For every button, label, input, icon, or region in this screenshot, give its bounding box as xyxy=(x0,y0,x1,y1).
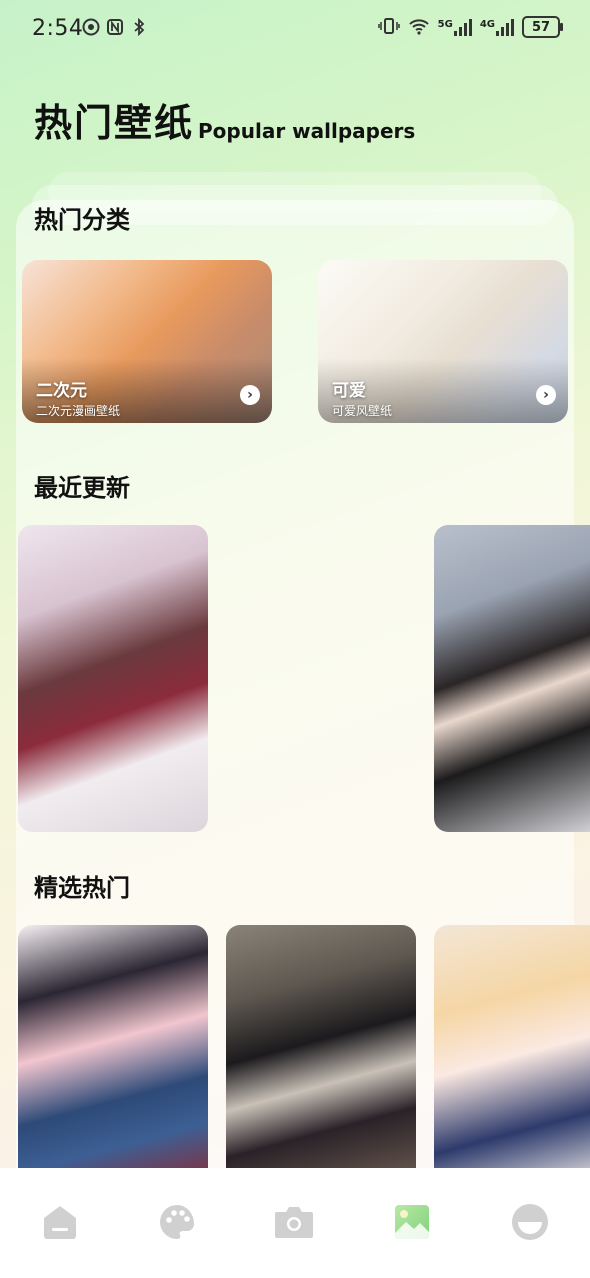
bottom-tab-bar xyxy=(0,1168,590,1278)
tab-camera[interactable] xyxy=(266,1194,322,1250)
wallpaper-image xyxy=(18,925,208,1185)
category-name: 二次元 xyxy=(36,381,87,401)
category-desc: 二次元漫画壁纸 xyxy=(36,404,121,418)
page-subtitle: Popular wallpapers xyxy=(198,119,416,143)
palette-icon xyxy=(159,1205,194,1239)
category-card-cute[interactable]: 可爱 可爱风壁纸 › xyxy=(318,260,568,423)
data-saver-icon xyxy=(82,18,100,38)
status-time: 2:54 xyxy=(32,16,84,41)
wallpaper-thumb[interactable] xyxy=(226,925,416,1185)
profile-icon xyxy=(512,1204,548,1240)
category-name: 可爱 xyxy=(332,381,366,401)
page-header: 热门壁纸 Popular wallpapers xyxy=(34,92,415,147)
tab-wallpaper[interactable] xyxy=(384,1194,440,1250)
camera-icon xyxy=(275,1207,313,1238)
wallpaper-thumb[interactable] xyxy=(434,925,590,1185)
category-desc: 可爱风壁纸 xyxy=(332,404,393,418)
page-title: 热门壁纸 xyxy=(34,101,195,145)
vibrate-icon xyxy=(377,17,400,38)
category-card-anime[interactable]: 二次元 二次元漫画壁纸 › xyxy=(22,260,272,423)
chevron-right-icon: › xyxy=(240,385,260,405)
bluetooth-icon xyxy=(130,17,148,38)
wallpaper-thumb[interactable] xyxy=(434,525,590,832)
signal-4g: 4G xyxy=(480,18,514,36)
wifi-icon xyxy=(408,17,430,38)
wallpaper-thumb[interactable] xyxy=(18,925,208,1185)
nfc-icon xyxy=(106,18,124,38)
tab-theme[interactable] xyxy=(149,1194,205,1250)
section-title-featured: 精选热门 xyxy=(34,874,130,902)
wallpaper-thumb[interactable] xyxy=(18,525,208,832)
tab-home[interactable] xyxy=(32,1194,88,1250)
chevron-right-icon: › xyxy=(536,385,556,405)
status-bar: 2:54 5G 4G 57 xyxy=(0,0,590,60)
battery-indicator: 57 xyxy=(522,16,563,38)
home-icon xyxy=(44,1206,76,1239)
wallpaper-image xyxy=(18,525,208,832)
signal-5g: 5G xyxy=(438,18,472,36)
wallpaper-image xyxy=(434,525,590,832)
wallpaper-image xyxy=(434,925,590,1185)
section-title-recent: 最近更新 xyxy=(34,474,130,502)
wallpaper-image xyxy=(226,925,416,1185)
section-title-hot-categories: 热门分类 xyxy=(34,206,130,234)
wallpaper-icon xyxy=(395,1205,429,1239)
tab-profile[interactable] xyxy=(502,1194,558,1250)
